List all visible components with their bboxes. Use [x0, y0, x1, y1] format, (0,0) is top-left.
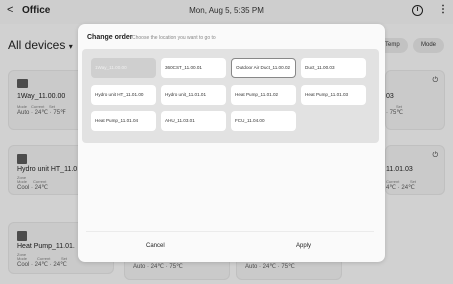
- location-option[interactable]: Heat Pump_11.01.04: [91, 111, 156, 131]
- location-option[interactable]: Heat Pump_11.01.03: [301, 85, 366, 105]
- cancel-button[interactable]: Cancel: [146, 243, 165, 249]
- apply-button[interactable]: Apply: [296, 243, 311, 249]
- footer-divider: [86, 231, 374, 232]
- location-option[interactable]: Hydro unit_11.01.01: [161, 85, 226, 105]
- change-order-dialog: Change order Choose the location you wan…: [78, 24, 385, 262]
- dialog-title: Change order: [87, 34, 133, 41]
- location-option[interactable]: AHU_11.03.01: [161, 111, 226, 131]
- location-option: 1Way_11.00.00: [91, 58, 156, 78]
- dialog-hint: Choose the location you want to go to: [132, 35, 216, 41]
- location-option[interactable]: Duct_11.00.03: [301, 58, 366, 78]
- location-option[interactable]: FCU_11.04.00: [231, 111, 296, 131]
- location-option[interactable]: Hydro unit HT_11.01.00: [91, 85, 156, 105]
- location-option[interactable]: Outdoor Air Duct_11.00.02: [231, 58, 296, 78]
- location-option[interactable]: 360CST_11.00.01: [161, 58, 226, 78]
- location-option[interactable]: Heat Pump_11.01.02: [231, 85, 296, 105]
